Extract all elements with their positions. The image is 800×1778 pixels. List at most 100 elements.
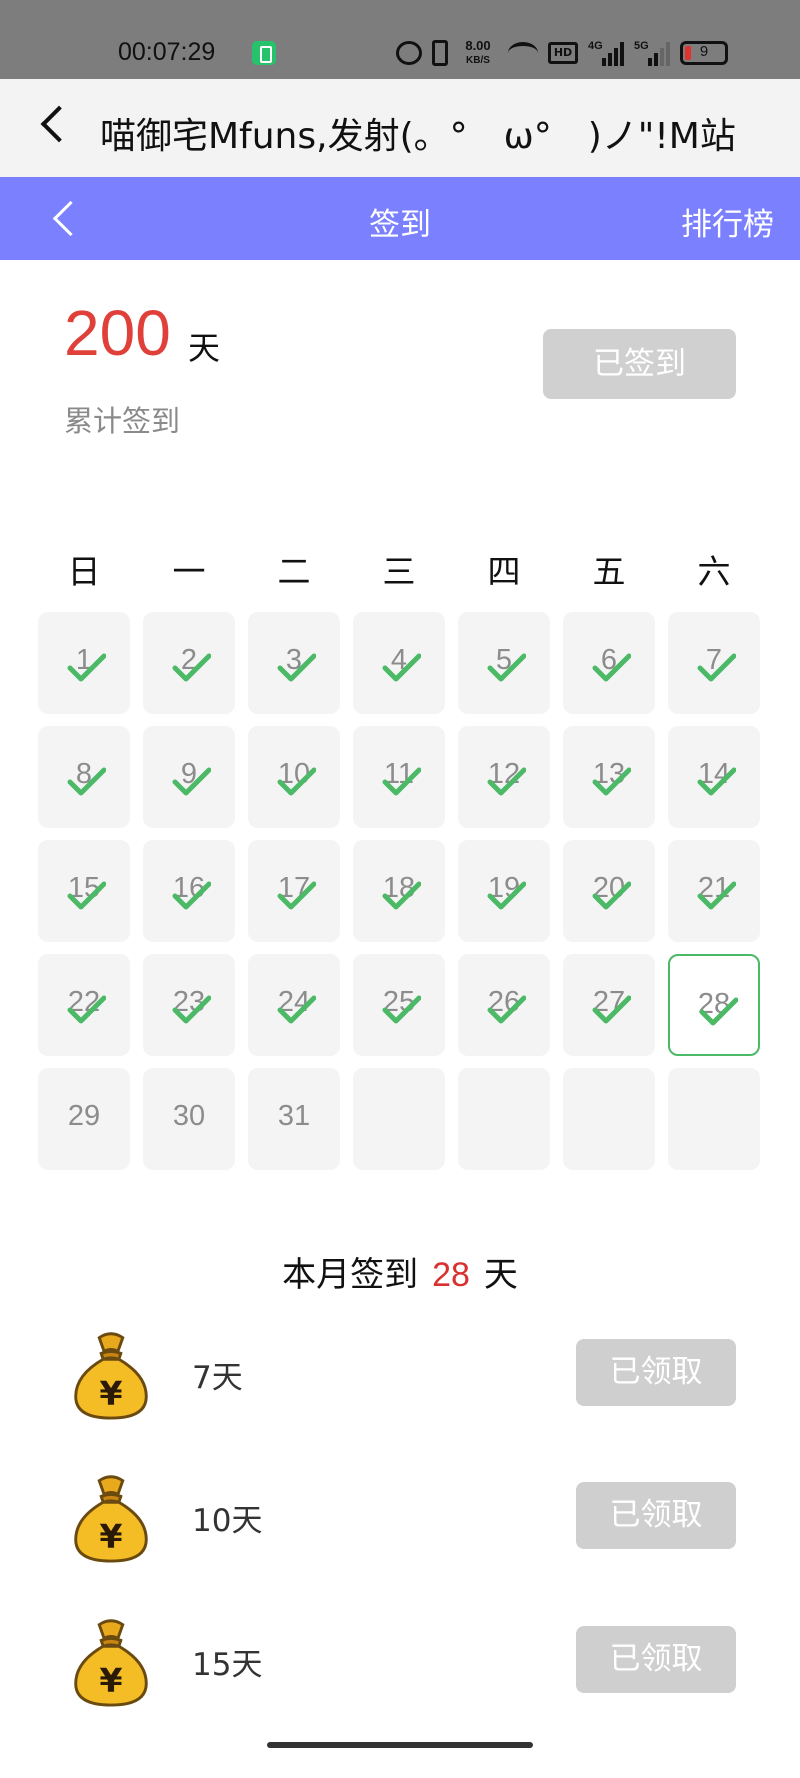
signal1-label: 4G	[588, 40, 603, 52]
reward-label: 7天	[192, 1360, 243, 1396]
month-count: 28	[432, 1256, 470, 1294]
calendar-day[interactable]: 14	[668, 726, 760, 828]
calendar-day[interactable]: 19	[458, 840, 550, 942]
weekday-sat: 六	[697, 552, 731, 591]
weekday-tue: 二	[277, 552, 311, 591]
calendar-day[interactable]: 13	[563, 726, 655, 828]
wifi-icon	[508, 42, 538, 64]
calendar-day[interactable]: 20	[563, 840, 655, 942]
check-icon	[172, 881, 211, 910]
leaderboard-link[interactable]: 排行榜	[681, 199, 774, 244]
check-icon	[277, 995, 316, 1024]
reward-row: ¥ 7天 已领取	[0, 1324, 800, 1424]
network-speed: 8.00 KB/S	[458, 39, 498, 67]
calendar-empty-cell	[563, 1068, 655, 1170]
calendar-day[interactable]: 22	[38, 954, 130, 1056]
total-days-label: 累计签到	[64, 404, 181, 438]
status-time: 00:07:29	[118, 38, 216, 66]
app-header: 签到 排行榜	[0, 177, 800, 260]
calendar-day[interactable]: 10	[248, 726, 340, 828]
month-summary: 本月签到 28 天	[0, 1247, 800, 1296]
check-icon	[697, 767, 736, 796]
svg-text:¥: ¥	[99, 1660, 122, 1699]
claimed-button[interactable]: 已领取	[576, 1482, 736, 1549]
check-icon	[592, 995, 631, 1024]
status-icons: 8.00 KB/S HD 4G 5G 9	[396, 36, 728, 70]
calendar-empty-cell	[353, 1068, 445, 1170]
weekday-mon: 一	[172, 552, 206, 591]
calendar-day[interactable]: 3	[248, 612, 340, 714]
check-icon	[382, 995, 421, 1024]
signal-icon: 4G	[588, 40, 624, 66]
signal2-label: 5G	[634, 40, 649, 52]
check-icon	[67, 881, 106, 910]
svg-text:¥: ¥	[99, 1373, 122, 1412]
calendar-day[interactable]: 9	[143, 726, 235, 828]
calendar-day[interactable]: 11	[353, 726, 445, 828]
check-icon	[382, 653, 421, 682]
svg-text:¥: ¥	[99, 1516, 122, 1555]
calendar-day[interactable]: 16	[143, 840, 235, 942]
status-bar: 00:07:29 8.00 KB/S HD 4G 5G 9	[0, 0, 800, 79]
check-icon	[382, 881, 421, 910]
calendar-day[interactable]: 4	[353, 612, 445, 714]
calendar-day[interactable]: 17	[248, 840, 340, 942]
calendar-day[interactable]: 5	[458, 612, 550, 714]
check-icon	[67, 653, 106, 682]
calendar-day[interactable]: 29	[38, 1068, 130, 1170]
check-icon	[487, 995, 526, 1024]
home-indicator[interactable]	[267, 1742, 533, 1748]
check-icon	[697, 653, 736, 682]
reward-label: 10天	[192, 1503, 263, 1539]
vibrate-icon	[432, 40, 448, 66]
web-page-title: 喵御宅Mfuns,发射(。° ω° )ノ"!M站	[100, 116, 736, 157]
check-icon	[592, 653, 631, 682]
calendar-empty-cell	[458, 1068, 550, 1170]
claimed-button[interactable]: 已领取	[576, 1339, 736, 1406]
page-title: 签到	[369, 207, 431, 243]
calendar-day[interactable]: 31	[248, 1068, 340, 1170]
check-icon	[172, 653, 211, 682]
calendar-day[interactable]: 30	[143, 1068, 235, 1170]
check-icon	[697, 881, 736, 910]
web-title-bar: 喵御宅Mfuns,发射(。° ω° )ノ"!M站	[0, 79, 800, 177]
alarm-icon	[396, 41, 422, 65]
check-icon	[487, 767, 526, 796]
calendar-day[interactable]: 6	[563, 612, 655, 714]
calendar-day[interactable]: 18	[353, 840, 445, 942]
calendar-day[interactable]: 15	[38, 840, 130, 942]
calendar-day[interactable]: 8	[38, 726, 130, 828]
check-icon	[277, 653, 316, 682]
calendar-day[interactable]: 21	[668, 840, 760, 942]
calendar-day[interactable]: 7	[668, 612, 760, 714]
check-icon	[487, 653, 526, 682]
money-bag-icon: ¥	[74, 1475, 148, 1563]
money-bag-icon: ¥	[74, 1332, 148, 1420]
charging-icon	[252, 41, 276, 65]
month-prefix: 本月签到	[282, 1255, 419, 1295]
weekday-header: 日 一 二 三 四 五 六	[38, 545, 763, 595]
calendar-day[interactable]: 2	[143, 612, 235, 714]
web-back-icon[interactable]	[30, 101, 78, 149]
signed-in-button[interactable]: 已签到	[543, 329, 736, 399]
calendar-day[interactable]: 24	[248, 954, 340, 1056]
calendar-day[interactable]: 23	[143, 954, 235, 1056]
claimed-button[interactable]: 已领取	[576, 1626, 736, 1693]
reward-label: 15天	[192, 1647, 263, 1683]
weekday-thu: 四	[487, 552, 521, 591]
reward-row: ¥ 10天 已领取	[0, 1467, 800, 1567]
calendar-day[interactable]: 28	[668, 954, 760, 1056]
calendar-day[interactable]: 12	[458, 726, 550, 828]
check-icon	[382, 767, 421, 796]
calendar-day[interactable]: 25	[353, 954, 445, 1056]
check-icon	[277, 767, 316, 796]
signal-icon-2: 5G	[634, 40, 670, 66]
calendar-day[interactable]: 26	[458, 954, 550, 1056]
calendar-empty-cell	[668, 1068, 760, 1170]
check-icon	[67, 995, 106, 1024]
day-number: 29	[67, 1100, 101, 1132]
calendar-day[interactable]: 27	[563, 954, 655, 1056]
calendar-day[interactable]: 1	[38, 612, 130, 714]
reward-row: ¥ 15天 已领取	[0, 1611, 800, 1711]
day-number: 30	[172, 1100, 206, 1132]
